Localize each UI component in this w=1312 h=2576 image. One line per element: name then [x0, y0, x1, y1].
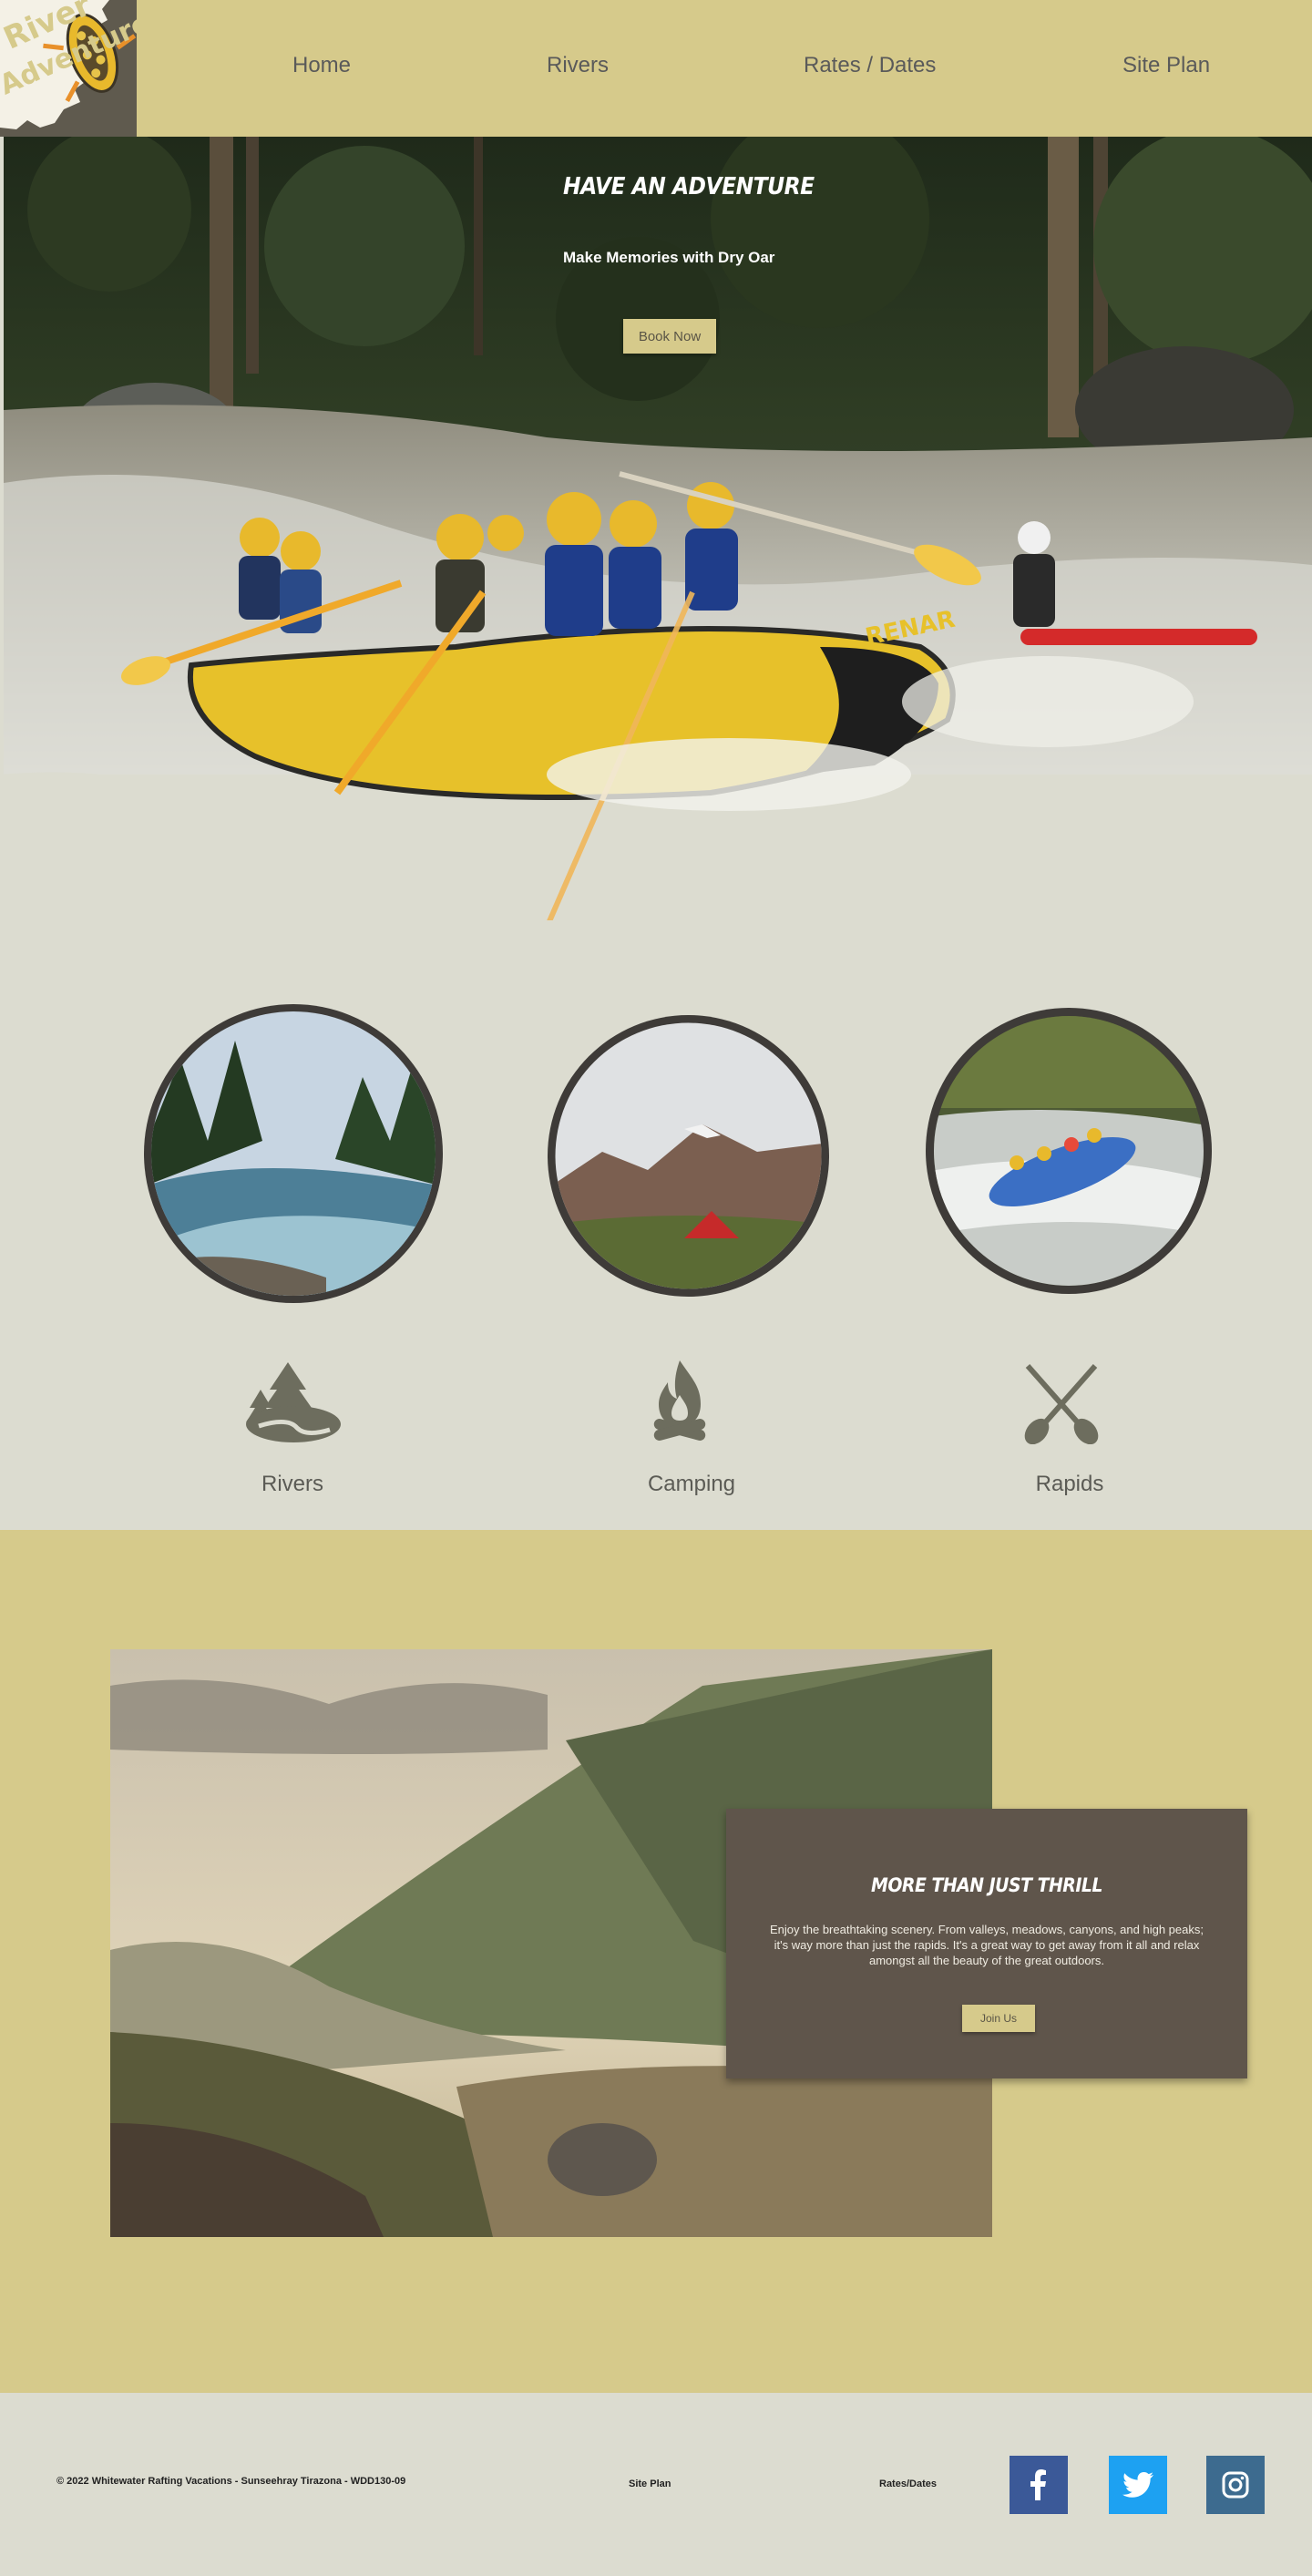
facebook-button[interactable] — [1010, 2456, 1068, 2514]
twitter-icon — [1122, 2472, 1153, 2498]
join-us-button[interactable]: Join Us — [962, 2005, 1035, 2032]
nav-home[interactable]: Home — [292, 53, 351, 78]
thrill-info-card: More Than Just Thrill Enjoy the breathta… — [726, 1809, 1247, 2078]
site-header: River Adventure Home Rivers Rates / Date… — [0, 0, 1312, 137]
hero-subtitle: Make Memories with Dry Oar — [563, 249, 775, 266]
facebook-icon — [1030, 2469, 1046, 2500]
instagram-button[interactable] — [1206, 2456, 1265, 2514]
camping-photo — [555, 1022, 822, 1289]
main-nav: Home Rivers Rates / Dates Site Plan — [137, 0, 1312, 137]
nav-rates-dates[interactable]: Rates / Dates — [804, 53, 936, 78]
crossed-paddles-icon — [1024, 1364, 1099, 1444]
instagram-icon — [1222, 2471, 1249, 2499]
nav-site-plan[interactable]: Site Plan — [1122, 53, 1210, 78]
thrill-body: Enjoy the breathtaking scenery. From val… — [770, 1923, 1204, 1967]
site-logo[interactable]: River Adventure — [0, 0, 137, 137]
book-now-button[interactable]: Book Now — [623, 319, 716, 354]
rapids-photo-circle[interactable] — [926, 1008, 1212, 1294]
feature-label-camping[interactable]: Camping — [600, 1472, 783, 1497]
hero-section: RENAR Have an Adventure Make Memories wi… — [0, 137, 1312, 920]
nav-rivers[interactable]: Rivers — [547, 53, 609, 78]
campfire-icon — [653, 1360, 706, 1441]
rivers-photo-circle[interactable] — [144, 1004, 443, 1303]
camping-photo-circle[interactable] — [548, 1015, 829, 1297]
thrill-title: More Than Just Thrill — [871, 1874, 1102, 1896]
footer-rates-dates-link[interactable]: Rates/Dates — [879, 2479, 937, 2489]
feature-label-rapids[interactable]: Rapids — [979, 1472, 1161, 1497]
site-footer: © 2022 Whitewater Rafting Vacations - Su… — [0, 2393, 1312, 2576]
twitter-button[interactable] — [1109, 2456, 1167, 2514]
footer-site-plan-link[interactable]: Site Plan — [629, 2479, 671, 2489]
thrill-section: More Than Just Thrill Enjoy the breathta… — [0, 1530, 1312, 2393]
feature-label-rivers[interactable]: Rivers — [201, 1472, 384, 1497]
rivers-photo — [151, 1011, 436, 1296]
hero-title: Have an Adventure — [563, 173, 815, 200]
rapids-photo — [934, 1016, 1204, 1286]
trees-river-icon — [246, 1362, 341, 1442]
copyright-text: © 2022 Whitewater Rafting Vacations - Su… — [56, 2476, 406, 2487]
